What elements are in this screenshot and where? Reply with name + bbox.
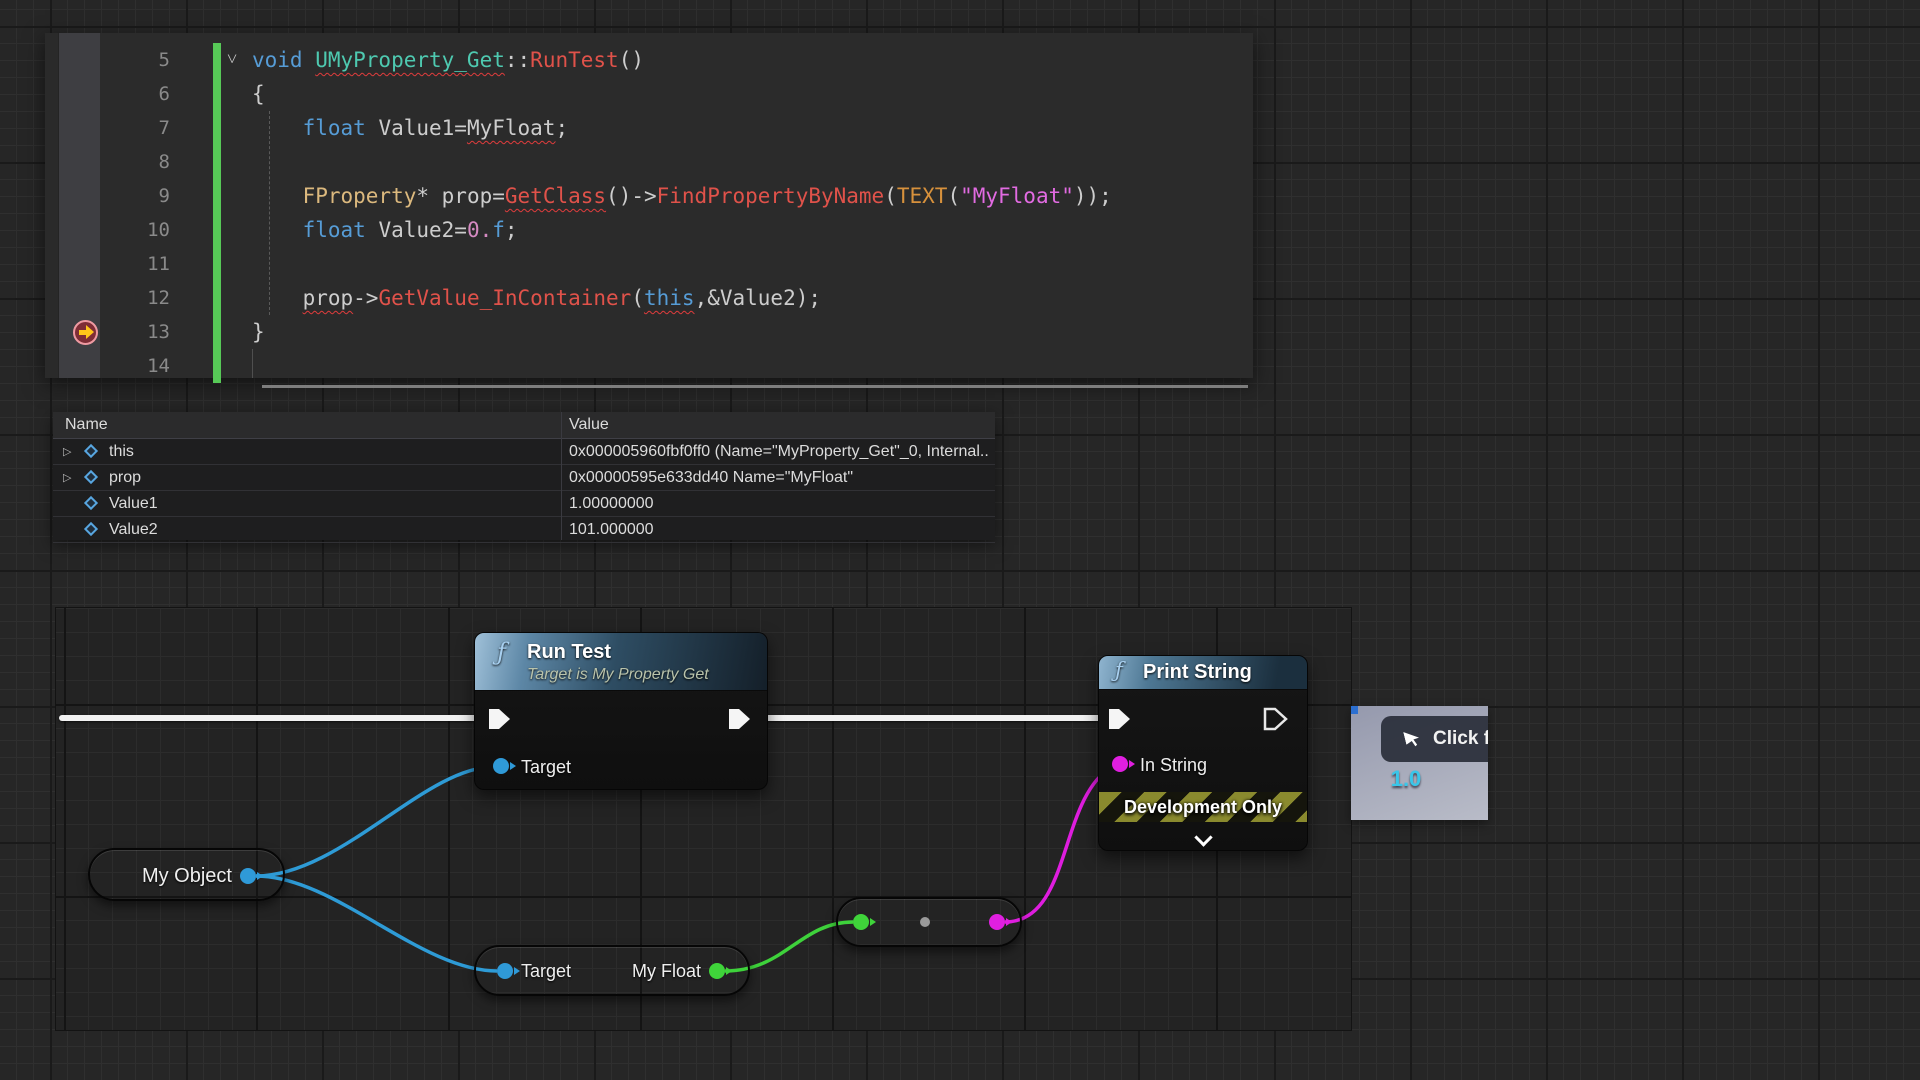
code-line[interactable]: 8 xyxy=(45,145,1253,179)
line-number: 8 xyxy=(100,145,170,179)
code-text: { xyxy=(252,77,265,111)
code-text: FProperty* prop=GetClass()->FindProperty… xyxy=(252,179,1112,213)
variable-value: 1.00000000 xyxy=(569,491,654,516)
runtest-exec-out-pin[interactable] xyxy=(727,707,753,731)
function-icon: ƒ xyxy=(497,638,506,666)
watch-column-value[interactable]: Value xyxy=(569,412,609,438)
watch-row[interactable]: ▷ prop 0x00000595e633dd40 Name="MyFloat" xyxy=(53,465,995,491)
line-number: 11 xyxy=(100,247,170,281)
watch-header-row: Name Value xyxy=(53,412,995,439)
getter-target-pin-label: Target xyxy=(521,963,571,979)
code-line[interactable]: 9 FProperty* prop=GetClass()->FindProper… xyxy=(45,179,1253,213)
horizontal-scrollbar[interactable] xyxy=(262,385,1248,388)
variable-name: Value2 xyxy=(109,517,158,542)
conversion-dot-icon xyxy=(920,917,930,927)
exec-wire-left xyxy=(59,715,492,721)
code-line[interactable]: 14 xyxy=(45,349,1253,383)
conversion-input-pin[interactable] xyxy=(853,914,869,930)
code-text: } xyxy=(252,315,265,349)
indent-guide xyxy=(269,111,270,315)
code-lines: 5˅void UMyProperty_Get::RunTest()6{7 flo… xyxy=(45,43,1253,383)
getter-myfloat-pin-label: My Float xyxy=(615,963,701,979)
variable-name: prop xyxy=(109,465,141,490)
click-for-button[interactable]: Click fo xyxy=(1381,716,1488,762)
cursor-icon xyxy=(1403,729,1421,749)
code-line[interactable]: 10 float Value2=0.f; xyxy=(45,213,1253,247)
printstring-exec-in-pin[interactable] xyxy=(1107,707,1133,731)
conversion-output-pin[interactable] xyxy=(989,914,1005,930)
line-number: 5 xyxy=(100,43,170,77)
line-number: 14 xyxy=(100,349,170,383)
node-run-test[interactable]: ƒ Run Test Target is My Property Get xyxy=(474,632,768,790)
printstring-exec-out-pin[interactable] xyxy=(1263,707,1289,731)
node-title: Run Test xyxy=(527,641,611,664)
code-line[interactable]: 12 prop->GetValue_InContainer(this,&Valu… xyxy=(45,281,1253,315)
code-line[interactable]: 13} xyxy=(45,315,1253,349)
function-icon: ƒ xyxy=(1115,658,1123,682)
code-line[interactable]: 5 ˅ void UMyProperty_Get::RunTest() xyxy=(45,43,1253,77)
printstring-instring-pin[interactable] xyxy=(1112,756,1128,772)
runtest-target-pin-label: Target xyxy=(521,759,571,775)
variable-value: 101.000000 xyxy=(569,517,654,542)
exec-wire-runtest-to-printstring xyxy=(744,715,1112,721)
line-number: 13 xyxy=(100,315,170,349)
variable-value: 0x00000595e633dd40 Name="MyFloat" xyxy=(569,465,853,490)
watch-rows: ▷ this 0x000005960fbf0ff0 (Name="MyPropert… xyxy=(53,439,995,543)
variable-icon xyxy=(84,444,98,458)
code-text: prop->GetValue_InContainer(this,&Value2)… xyxy=(252,281,821,315)
line-number: 10 xyxy=(100,213,170,247)
click-for-button-label: Click fo xyxy=(1433,716,1488,762)
screen: ƒ Run Test Target is My Property Get ƒ P… xyxy=(0,0,1920,1080)
watch-window[interactable]: Name Value ▷ this 0x000005960fbf0ff0 (Name… xyxy=(53,412,995,540)
variable-icon xyxy=(84,496,98,510)
my-object-label: My Object xyxy=(100,868,232,884)
code-text: float Value1=MyFloat; xyxy=(252,111,568,145)
popup-corner-mark xyxy=(1351,706,1358,714)
expand-node-chevron-icon[interactable] xyxy=(1196,829,1210,843)
debug-value-popup: Click fo 1.0 xyxy=(1351,706,1488,820)
code-editor[interactable]: 5˅void UMyProperty_Get::RunTest()6{7 flo… xyxy=(45,33,1253,378)
line-number: 12 xyxy=(100,281,170,315)
runtest-exec-in-pin[interactable] xyxy=(487,707,513,731)
arrow-head xyxy=(86,325,94,339)
line-number: 9 xyxy=(100,179,170,213)
popup-float-value: 1.0 xyxy=(1351,766,1461,792)
variable-value: 0x000005960fbf0ff0 (Name="MyProperty_Get… xyxy=(569,439,989,464)
node-title: Print String xyxy=(1143,661,1252,684)
variable-icon xyxy=(84,470,98,484)
code-text: float Value2=0.f; xyxy=(252,213,518,247)
fold-chevron-icon[interactable]: ˅ xyxy=(227,43,237,77)
code-line[interactable]: 7 float Value1=MyFloat; xyxy=(45,111,1253,145)
getter-target-pin[interactable] xyxy=(497,963,513,979)
change-tracking-bar xyxy=(213,43,221,383)
variable-name: this xyxy=(109,439,134,464)
banner-label: Development Only xyxy=(1124,797,1282,817)
node-print-string-header[interactable]: ƒ Print String xyxy=(1099,656,1307,690)
code-line[interactable]: 6{ xyxy=(45,77,1253,111)
line-number: 7 xyxy=(100,111,170,145)
variable-icon xyxy=(84,522,98,536)
myobject-output-pin[interactable] xyxy=(240,868,256,884)
expand-arrow-icon[interactable]: ▷ xyxy=(63,440,71,465)
runtest-target-pin[interactable] xyxy=(493,758,509,774)
watch-row[interactable]: Value1 1.00000000 xyxy=(53,491,995,517)
watch-row[interactable]: ▷ this 0x000005960fbf0ff0 (Name="MyPropert… xyxy=(53,439,995,465)
node-subtitle: Target is My Property Get xyxy=(527,666,709,684)
line-number: 6 xyxy=(100,77,170,111)
current-statement-arrow-icon[interactable] xyxy=(73,320,98,345)
getter-myfloat-output-pin[interactable] xyxy=(709,963,725,979)
variable-name: Value1 xyxy=(109,491,158,516)
code-text: void UMyProperty_Get::RunTest() xyxy=(252,43,644,77)
node-run-test-header[interactable]: ƒ Run Test Target is My Property Get xyxy=(475,633,767,691)
development-only-banner: Development Only xyxy=(1099,792,1307,822)
watch-column-name[interactable]: Name xyxy=(65,412,108,438)
printstring-instring-pin-label: In String xyxy=(1140,757,1207,773)
code-line[interactable]: 11 xyxy=(45,247,1253,281)
scope-line xyxy=(252,349,253,378)
watch-row[interactable]: Value2 101.000000 xyxy=(53,517,995,543)
watch-column-divider[interactable] xyxy=(561,412,562,540)
expand-arrow-icon[interactable]: ▷ xyxy=(63,466,71,491)
